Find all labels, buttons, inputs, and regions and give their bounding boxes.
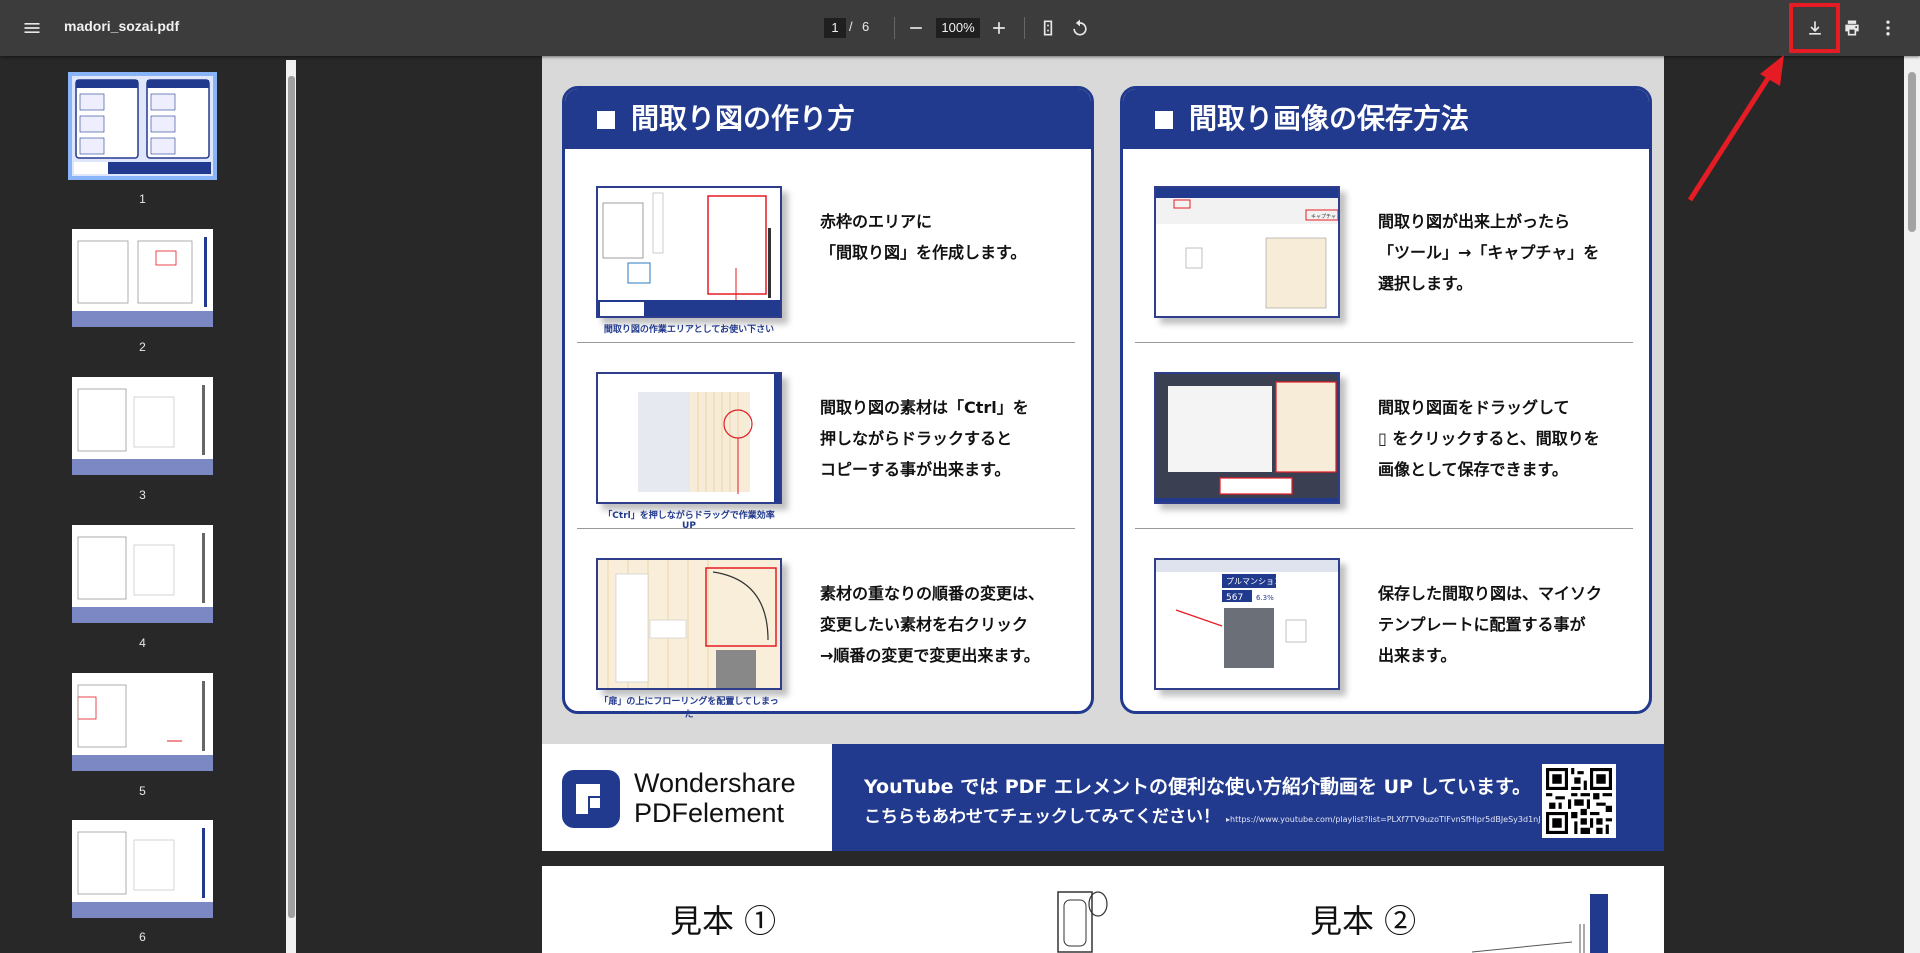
page-thumbnail-4[interactable] xyxy=(72,525,213,623)
left-row-3: 「扉」の上にフローリングを配置してしまった 素材の重なりの順番の変更は、 変更し… xyxy=(577,542,1075,728)
thumbnail-label-1: 1 xyxy=(139,192,146,206)
page-thumbnail-1[interactable] xyxy=(68,72,217,180)
right-row-2: 間取り図面をドラッグして ▯ をクリックすると、間取りを 画像として保存できます… xyxy=(1135,356,1633,542)
template-placement-image: プルマンション 567 6.3% xyxy=(1154,558,1340,690)
row-description: 間取り図面をドラッグして ▯ をクリックすると、間取りを 画像として保存できます… xyxy=(1378,398,1600,479)
page-separator: / xyxy=(849,19,853,34)
document-scrollbar-thumb[interactable] xyxy=(1908,72,1916,232)
thumbnail-label-3: 3 xyxy=(139,488,146,502)
thumbnail-preview xyxy=(72,385,213,475)
page-total: 6 xyxy=(862,19,870,34)
row-description: 保存した間取り図は、マイソク テンプレートに配置する事が 出来ます。 xyxy=(1378,584,1603,665)
capture-tool-image: キャプチャ xyxy=(1154,186,1340,318)
row-caption: 「扉」の上にフローリングを配置してしまった xyxy=(599,697,779,720)
page-thumbnail-6[interactable] xyxy=(72,820,213,918)
pdf-page-1: 間取り図の作り方 間取り図の作業エリアとしてお使い下さい 赤枠のエリアに 「間取… xyxy=(542,56,1664,851)
row-divider xyxy=(577,528,1075,529)
row-description: 間取り図が出来上がったら 「ツール」→「キャプチャ」を 選択します。 xyxy=(1378,212,1600,293)
zoom-out-button[interactable] xyxy=(898,10,934,46)
page-number-input[interactable]: 1 xyxy=(824,18,846,38)
row-divider xyxy=(1135,342,1633,343)
banner-line-2: こちらもあわせてチェックしてみてください！ ▸https://www.youtub… xyxy=(864,807,1541,827)
thumbnail-preview xyxy=(74,79,211,174)
fit-page-button[interactable] xyxy=(1030,10,1066,46)
youtube-link[interactable]: ▸https://www.youtube.com/playlist?list=P… xyxy=(1226,815,1541,824)
banner-message-area: YouTube では PDF エレメントの便利な使い方紹介動画を UP していま… xyxy=(832,744,1664,851)
thumbnail-preview xyxy=(72,681,213,771)
row-divider xyxy=(577,342,1075,343)
rotate-button[interactable] xyxy=(1062,10,1098,46)
thumbnail-sidebar: 1 2 3 4 5 6 xyxy=(0,56,297,953)
qr-code-image xyxy=(1542,764,1616,838)
stairs-drawing xyxy=(1472,894,1608,953)
thumbnail-label-6: 6 xyxy=(139,930,146,944)
thumbnail-label-5: 5 xyxy=(139,784,146,798)
menu-icon xyxy=(24,23,40,33)
more-actions-button[interactable] xyxy=(1870,10,1906,46)
brand-logo-text: Wondershare PDFelement xyxy=(634,768,796,828)
thumbnail-label-2: 2 xyxy=(139,340,146,354)
row-description: 素材の重なりの順番の変更は、 変更したい素材を右クリック →順番の変更で変更出来… xyxy=(820,584,1045,665)
banner-logo-area: Wondershare PDFelement xyxy=(542,744,832,851)
row-description: 赤枠のエリアに 「間取り図」を作成します。 xyxy=(820,212,1027,262)
sample-2-label: 見本 ② xyxy=(1310,902,1417,940)
inset-badge: 6.3% xyxy=(1256,594,1274,602)
left-row-1: 間取り図の作業エリアとしてお使い下さい 赤枠のエリアに 「間取り図」を作成します… xyxy=(577,170,1075,356)
inset-heading: プルマンション xyxy=(1226,577,1282,586)
row-description: 間取り図の素材は「Ctrl」を 押しながらドラックすると コピーする事が出来ます… xyxy=(820,398,1029,479)
banner-line-1: YouTube では PDF エレメントの便利な使い方紹介動画を UP していま… xyxy=(864,776,1532,798)
floorplan-workarea-image xyxy=(596,186,782,318)
promo-banner: Wondershare PDFelement YouTube では PDF エレ… xyxy=(542,744,1664,851)
toolbar-divider xyxy=(894,17,895,39)
left-panel-title: 間取り図の作り方 xyxy=(565,89,1091,149)
thumbnail-preview xyxy=(72,828,213,918)
rotate-icon xyxy=(1073,19,1087,36)
left-row-2: 「Ctrl」を押しながらドラッグで作業効率 UP 間取り図の素材は「Ctrl」を… xyxy=(577,356,1075,542)
zoom-in-button[interactable] xyxy=(981,10,1017,46)
sample-1-label: 見本 ① xyxy=(670,902,777,940)
print-icon xyxy=(1845,20,1859,36)
right-panel-title: 間取り画像の保存方法 xyxy=(1123,89,1649,149)
thumbnail-preview xyxy=(72,237,213,327)
thumbnail-label-4: 4 xyxy=(139,636,146,650)
pdfelement-logo-icon xyxy=(562,770,620,828)
toolbar-divider xyxy=(1024,17,1025,39)
file-title: madori_sozai.pdf xyxy=(64,18,180,34)
reorder-layers-image xyxy=(596,558,782,690)
ctrl-drag-copy-image xyxy=(596,372,782,504)
zoom-input[interactable]: 100% xyxy=(936,18,980,38)
fit-page-icon xyxy=(1043,20,1053,36)
bathtub-icon xyxy=(1057,891,1108,953)
pdf-page-2: 見本 ① 見本 ② xyxy=(542,866,1664,953)
page-thumbnail-2[interactable] xyxy=(72,229,213,327)
pdf-toolbar: madori_sozai.pdf 1 / 6 100% xyxy=(0,0,1920,56)
right-row-1: キャプチャ 間取り図が出来上がったら 「ツール」→「キャプチャ」を 選択します。 xyxy=(1135,170,1633,356)
row-caption: 間取り図の作業エリアとしてお使い下さい xyxy=(603,325,775,335)
plus-icon xyxy=(993,22,1005,34)
page-thumbnail-3[interactable] xyxy=(72,377,213,475)
menu-button[interactable] xyxy=(14,10,50,46)
more-vert-icon xyxy=(1886,20,1890,36)
inset-value: 567 xyxy=(1226,593,1243,603)
row-divider xyxy=(1135,528,1633,529)
sidebar-scrollbar-thumb[interactable] xyxy=(288,76,295,918)
minus-icon xyxy=(910,27,922,29)
page-thumbnail-5[interactable] xyxy=(72,673,213,771)
capture-tab-label: キャプチャ xyxy=(1311,214,1336,220)
right-row-3: プルマンション 567 6.3% 保存した間取り図は、マイソク テンプレートに配… xyxy=(1135,542,1633,728)
thumbnail-preview xyxy=(72,533,213,623)
annotation-highlight-box xyxy=(1789,3,1840,53)
save-image-drag-image xyxy=(1154,372,1340,504)
